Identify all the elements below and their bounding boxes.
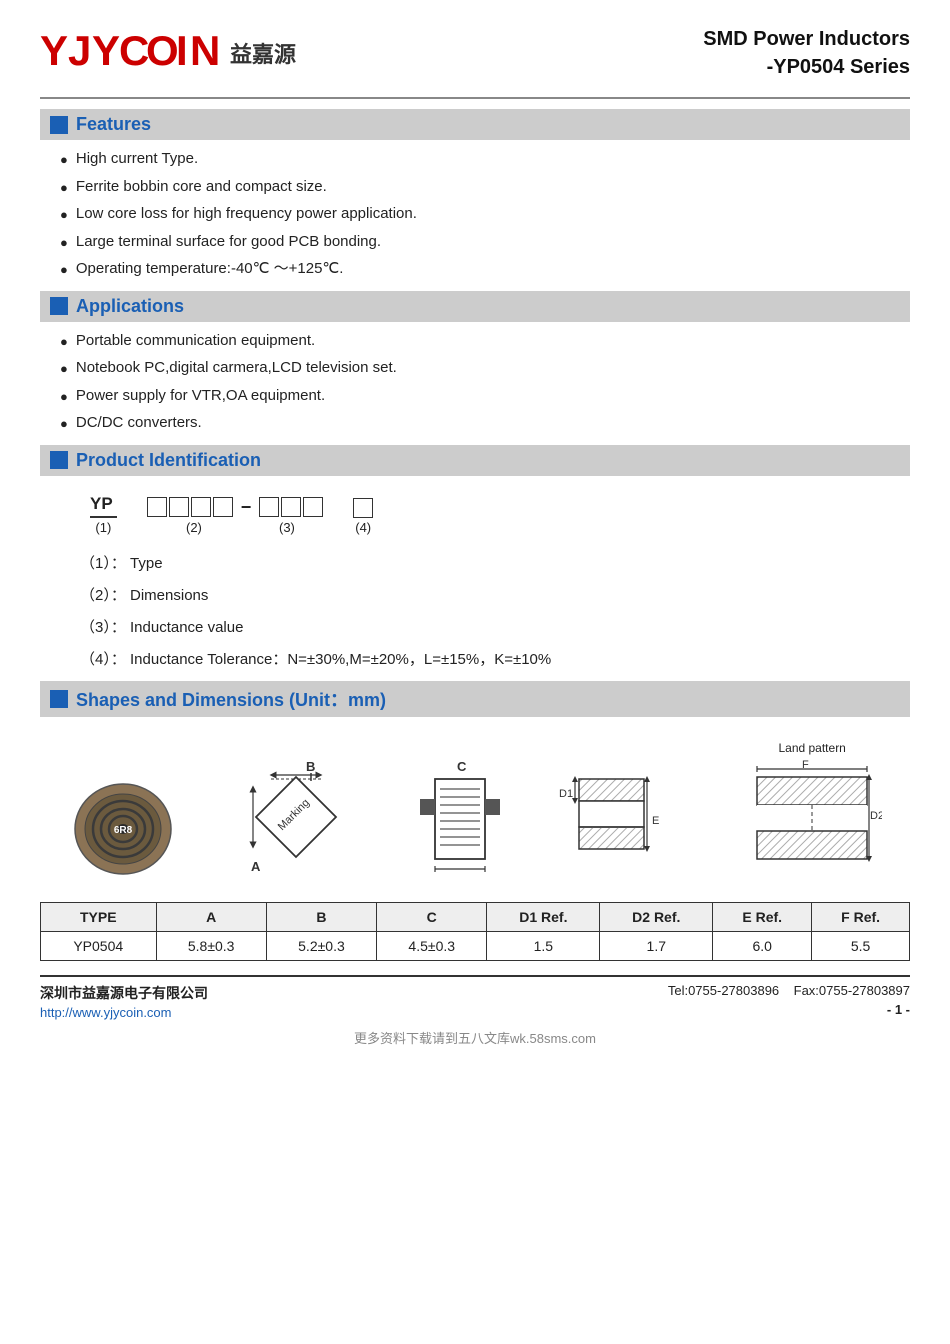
cell-c: 4.5±0.3 — [377, 931, 487, 960]
cell-e: 6.0 — [713, 931, 812, 960]
svg-text:B: B — [306, 759, 315, 774]
label-4: (4) — [355, 520, 371, 535]
svg-text:D1: D1 — [559, 788, 573, 800]
cell-b: 5.2±0.3 — [266, 931, 376, 960]
applications-list: Portable communication equipment. Notebo… — [60, 330, 910, 435]
svg-text:C: C — [119, 27, 149, 74]
dimensions-table: TYPE A B C D1 Ref. D2 Ref. E Ref. F Ref.… — [40, 902, 910, 961]
table-header-b: B — [266, 902, 376, 931]
logo-area: Y J Y C O I N 益嘉源 — [40, 20, 296, 85]
page-footer: 深圳市益嘉源电子有限公司 http://www.yjycoin.com Tel:… — [40, 975, 910, 1020]
feature-item-1: High current Type. — [60, 148, 910, 171]
watermark-text: 更多资料下载请到五八文库wk.58sms.com — [40, 1028, 910, 1047]
cell-a: 5.8±0.3 — [156, 931, 266, 960]
svg-text:Marking: Marking — [276, 796, 312, 832]
product-id-diagram: YP (1) − (2) (3) ( — [70, 494, 910, 535]
label-1: (1) — [95, 520, 111, 535]
cell-f: 5.5 — [812, 931, 910, 960]
land-pattern-label: Land pattern — [742, 741, 882, 755]
cross-section: D1 E — [559, 759, 689, 882]
logo-cn-text: 益嘉源 — [230, 37, 296, 69]
applications-title: Applications — [76, 296, 184, 317]
table-header-d1: D1 Ref. — [487, 902, 600, 931]
svg-text:C: C — [457, 759, 467, 774]
prod-detail-2: （2）： Dimensions — [80, 581, 910, 611]
footer-website[interactable]: http://www.yjycoin.com — [40, 1005, 208, 1020]
cell-d2: 1.7 — [600, 931, 713, 960]
table-header-e: E Ref. — [713, 902, 812, 931]
table-row: YP0504 5.8±0.3 5.2±0.3 4.5±0.3 1.5 1.7 6… — [41, 931, 910, 960]
diamond-shape: B A Marking — [231, 759, 361, 882]
svg-text:J: J — [68, 27, 90, 74]
label-2: (2) — [150, 520, 238, 535]
svg-text:A: A — [251, 859, 261, 874]
applications-section-header: Applications — [40, 291, 910, 322]
svg-text:E: E — [652, 815, 659, 827]
label-3: (3) — [254, 520, 320, 535]
svg-text:6R8: 6R8 — [114, 825, 133, 836]
features-list: High current Type. Ferrite bobbin core a… — [60, 148, 910, 281]
app-item-1: Portable communication equipment. — [60, 330, 910, 353]
svg-text:O: O — [146, 27, 178, 74]
svg-text:F: F — [802, 759, 809, 771]
prod-detail-1: （1）： Type — [80, 549, 910, 579]
cell-type: YP0504 — [41, 931, 157, 960]
shapes-section-header: Shapes and Dimensions (Unit：mm) — [40, 681, 910, 717]
footer-page: - 1 - — [668, 1002, 910, 1017]
svg-text:Y: Y — [40, 27, 68, 74]
feature-item-2: Ferrite bobbin core and compact size. — [60, 176, 910, 199]
logo-icon: Y J Y C O I N — [40, 20, 220, 85]
table-header-type: TYPE — [41, 902, 157, 931]
footer-company: 深圳市益嘉源电子有限公司 — [40, 983, 208, 1003]
app-item-3: Power supply for VTR,OA equipment. — [60, 385, 910, 408]
cell-d1: 1.5 — [487, 931, 600, 960]
svg-text:Y: Y — [92, 27, 120, 74]
feature-item-5: Operating temperature:-40℃ ～+125℃. — [60, 258, 910, 281]
page-title: SMD Power Inductors -YP0504 Series — [703, 25, 910, 81]
app-item-2: Notebook PC,digital carmera,LCD televisi… — [60, 357, 910, 380]
footer-right: Tel:0755-27803896 Fax:0755-27803897 - 1 … — [668, 983, 910, 1017]
app-item-4: DC/DC converters. — [60, 412, 910, 435]
table-header-d2: D2 Ref. — [600, 902, 713, 931]
code-prefix: YP — [90, 494, 117, 518]
prod-detail-3: （3）： Inductance value — [80, 613, 910, 643]
c-shape: C — [415, 759, 505, 882]
features-section-header: Features — [40, 109, 910, 140]
table-header-c: C — [377, 902, 487, 931]
feature-item-4: Large terminal surface for good PCB bond… — [60, 231, 910, 254]
product-id-title: Product Identification — [76, 450, 261, 471]
svg-text:I: I — [176, 27, 187, 74]
page-header: Y J Y C O I N 益嘉源 SMD Power Inductors -Y… — [40, 20, 910, 99]
applications-icon — [50, 297, 68, 315]
prod-detail-4: （4）： Inductance Tolerance：N=±30%,M=±20%，… — [80, 645, 910, 675]
product-id-details: （1）： Type （2）： Dimensions （3）： Inductanc… — [80, 549, 910, 675]
shapes-title: Shapes and Dimensions (Unit：mm) — [76, 686, 386, 712]
footer-left: 深圳市益嘉源电子有限公司 http://www.yjycoin.com — [40, 983, 208, 1020]
table-header-a: A — [156, 902, 266, 931]
features-title: Features — [76, 114, 151, 135]
footer-contact: Tel:0755-27803896 Fax:0755-27803897 — [668, 983, 910, 998]
product-id-icon — [50, 451, 68, 469]
shapes-icon — [50, 690, 68, 708]
inductor-photo: 6R8 — [68, 779, 178, 882]
feature-item-3: Low core loss for high frequency power a… — [60, 203, 910, 226]
product-id-section-header: Product Identification — [40, 445, 910, 476]
table-header-f: F Ref. — [812, 902, 910, 931]
svg-text:D2: D2 — [870, 810, 882, 822]
features-icon — [50, 116, 68, 134]
svg-text:N: N — [190, 27, 219, 74]
land-pattern: Land pattern F D2 — [742, 741, 882, 882]
shapes-diagrams: 6R8 B A Marking — [40, 725, 910, 892]
